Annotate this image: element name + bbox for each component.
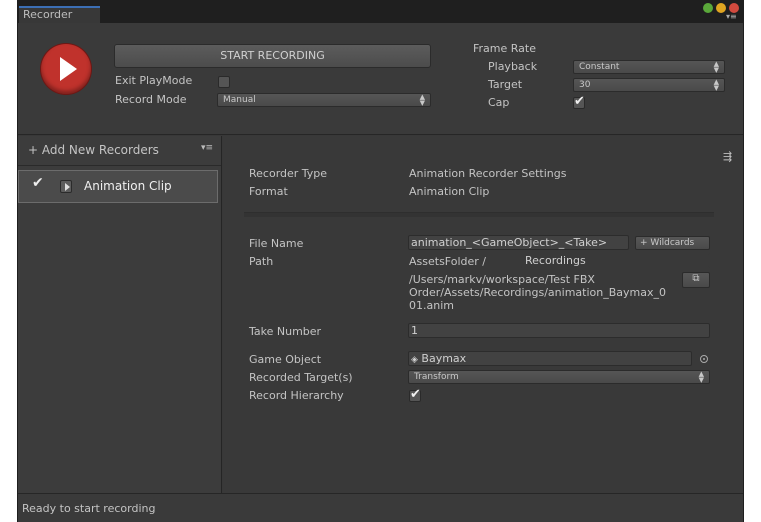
recorder-item-label: Animation Clip bbox=[84, 179, 172, 193]
path-folder-input[interactable]: Recordings bbox=[520, 253, 710, 268]
recorded-targets-dropdown[interactable]: Transform ▲ ▼ bbox=[408, 370, 710, 384]
recorder-window: Recorder ▾≡ START RECORDING Exit PlayMod… bbox=[17, 0, 744, 522]
file-name-input[interactable]: animation_<GameObject>_<Take> bbox=[408, 235, 629, 250]
take-number-label: Take Number bbox=[249, 325, 322, 338]
object-picker-icon[interactable] bbox=[700, 355, 708, 363]
game-object-icon: ◈ bbox=[411, 355, 418, 365]
wildcards-button[interactable]: + Wildcards bbox=[635, 236, 710, 250]
frame-rate-title: Frame Rate bbox=[473, 42, 536, 55]
file-name-label: File Name bbox=[249, 237, 304, 250]
tab-recorder[interactable]: Recorder bbox=[19, 6, 100, 23]
divider bbox=[18, 165, 221, 166]
open-folder-icon: ⧉ bbox=[692, 273, 700, 284]
playback-dropdown[interactable]: Constant ▲ ▼ bbox=[573, 60, 725, 74]
tab-menu-icon[interactable]: ▾≡ bbox=[726, 13, 737, 21]
target-label: Target bbox=[488, 78, 523, 91]
section-divider bbox=[244, 212, 714, 217]
dropdown-arrows-icon: ▲ ▼ bbox=[698, 370, 704, 384]
dropdown-arrows-icon: ▲ ▼ bbox=[419, 93, 425, 107]
settings-preset-icon[interactable]: ⇶ bbox=[723, 150, 732, 163]
exit-playmode-checkbox[interactable] bbox=[218, 76, 230, 88]
open-folder-button[interactable]: ⧉ bbox=[682, 272, 710, 288]
cap-label: Cap bbox=[488, 96, 510, 109]
path-root-dropdown[interactable]: AssetsFolder / bbox=[409, 255, 486, 268]
full-path-text: /Users/markv/workspace/Test FBX Order/As… bbox=[409, 273, 679, 312]
recorder-enabled-checkbox[interactable]: ✔ bbox=[32, 175, 44, 191]
add-new-recorders-button[interactable]: + Add New Recorders bbox=[28, 143, 159, 157]
path-folder-value: Recordings bbox=[525, 254, 586, 267]
format-value: Animation Clip bbox=[409, 185, 490, 198]
minimize-icon[interactable] bbox=[716, 3, 726, 13]
recorded-targets-value: Transform bbox=[414, 372, 459, 382]
cap-checkbox[interactable] bbox=[573, 94, 585, 109]
recorded-targets-label: Recorded Target(s) bbox=[249, 371, 353, 384]
list-options-icon[interactable]: ▾≡ bbox=[201, 143, 213, 153]
record-mode-dropdown[interactable]: Manual ▲ ▼ bbox=[217, 93, 431, 107]
start-recording-button[interactable]: START RECORDING bbox=[114, 44, 431, 68]
playback-value: Constant bbox=[579, 62, 620, 72]
game-object-label: Game Object bbox=[249, 353, 322, 366]
exit-playmode-label: Exit PlayMode bbox=[115, 74, 193, 87]
status-text: Ready to start recording bbox=[22, 502, 156, 515]
target-dropdown[interactable]: 30 ▲ ▼ bbox=[573, 78, 725, 92]
recorders-list-panel: + Add New Recorders ▾≡ ✔ Animation Clip bbox=[18, 136, 222, 493]
dropdown-arrows-icon: ▲ ▼ bbox=[713, 78, 719, 92]
record-play-button[interactable] bbox=[41, 44, 91, 94]
path-label: Path bbox=[249, 255, 274, 268]
recorder-type-value: Animation Recorder Settings bbox=[409, 167, 567, 180]
record-hierarchy-checkbox[interactable] bbox=[409, 387, 421, 402]
record-hierarchy-label: Record Hierarchy bbox=[249, 389, 344, 402]
target-value: 30 bbox=[579, 80, 591, 90]
list-item[interactable]: ✔ Animation Clip bbox=[18, 170, 218, 203]
recorder-header: START RECORDING Exit PlayMode Record Mod… bbox=[18, 23, 743, 135]
tab-strip: Recorder ▾≡ bbox=[18, 0, 743, 23]
playback-label: Playback bbox=[488, 60, 538, 73]
full-path-line: Order/Assets/Recordings/animation_Baymax… bbox=[409, 286, 666, 299]
record-mode-value: Manual bbox=[223, 95, 256, 105]
maximize-icon[interactable] bbox=[703, 3, 713, 13]
recorder-type-label: Recorder Type bbox=[249, 167, 328, 180]
animation-clip-icon bbox=[60, 180, 72, 193]
status-bar: Ready to start recording bbox=[18, 493, 743, 522]
game-object-value: Baymax bbox=[421, 352, 467, 365]
full-path-line: /Users/markv/workspace/Test FBX bbox=[409, 273, 595, 286]
full-path-line: 01.anim bbox=[409, 299, 454, 312]
game-object-field[interactable]: ◈ Baymax bbox=[408, 351, 692, 366]
dropdown-arrows-icon: ▲ ▼ bbox=[713, 60, 719, 74]
format-label: Format bbox=[249, 185, 288, 198]
take-number-input[interactable]: 1 bbox=[408, 323, 710, 338]
record-mode-label: Record Mode bbox=[115, 93, 187, 106]
recorder-settings-panel: ⇶ Recorder Type Animation Recorder Setti… bbox=[223, 136, 743, 493]
